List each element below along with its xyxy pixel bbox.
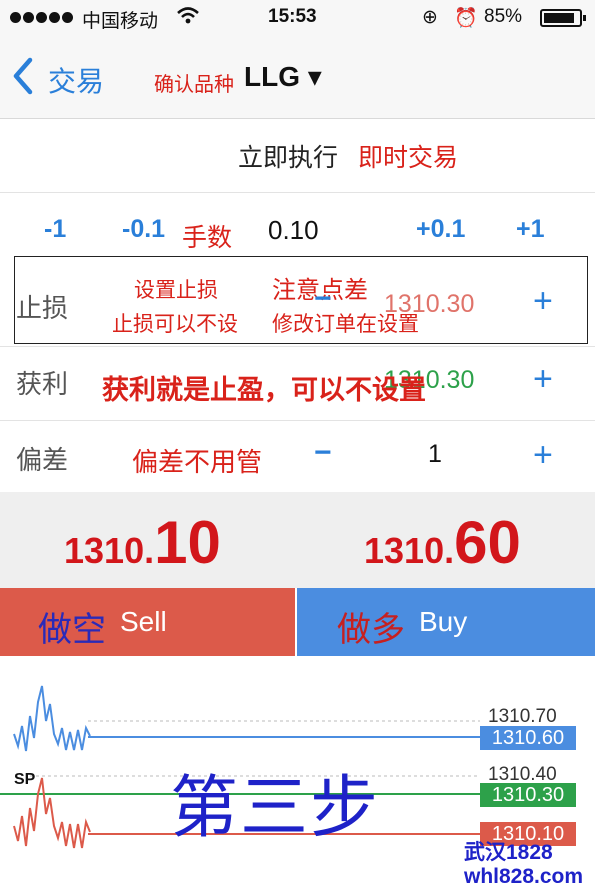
buy-button[interactable]: 做多 Buy [297, 588, 595, 656]
alarm-icon: ⏰ [454, 8, 478, 29]
stop-loss-label: 止损 [16, 293, 69, 323]
stop-loss-note-2: 止损可以不设 [112, 313, 238, 336]
watermark-line-2: whl828.com [464, 865, 584, 888]
wifi-icon [176, 6, 200, 31]
take-profit-plus-button[interactable]: + [533, 360, 553, 399]
take-profit-tag: 1310.30 [480, 783, 576, 807]
execution-type[interactable]: 立即执行 [238, 138, 338, 174]
symbol-annotation: 确认品种 [154, 74, 234, 96]
lot-size-value[interactable]: 0.10 [268, 215, 319, 246]
deviation-annotation: 偏差不用管 [132, 447, 263, 477]
sell-label: Sell [120, 606, 167, 637]
carrier-label: 中国移动 [82, 11, 159, 32]
ask-price: 1310.60 [364, 509, 521, 576]
ask-price-series [13, 685, 91, 752]
lot-minus-0-1-button[interactable]: -0.1 [122, 215, 165, 244]
rotation-lock-icon: ⊕ [422, 7, 438, 28]
battery-icon [540, 9, 586, 27]
buy-label: Buy [419, 606, 468, 637]
divider [0, 420, 595, 421]
lot-annotation: 手数 [182, 224, 233, 252]
clock-time: 15:53 [268, 6, 317, 27]
sell-cn-label: 做空 [38, 611, 106, 649]
stop-loss-minus-button[interactable]: − [314, 282, 332, 316]
deviation-minus-button[interactable]: − [314, 436, 332, 470]
bid-price: 1310.10 [64, 509, 221, 576]
execution-annotation: 即时交易 [358, 144, 459, 172]
level-top-label: 1310.70 [488, 706, 557, 727]
stop-loss-input[interactable]: 1310.30 [384, 290, 474, 319]
back-button[interactable]: 交易 [48, 60, 104, 100]
lot-minus-1-button[interactable]: -1 [44, 215, 66, 244]
sp-label: SP [14, 771, 36, 788]
step-title-annotation: 第三步 [170, 769, 381, 848]
watermark: 武汉1828 whl828.com [464, 841, 583, 889]
lot-plus-1-button[interactable]: +1 [516, 215, 545, 244]
sell-button[interactable]: 做空 Sell [0, 588, 295, 656]
symbol-selector[interactable]: LLG ▾ [244, 60, 322, 93]
divider [0, 192, 595, 193]
divider [0, 346, 595, 347]
stop-loss-plus-button[interactable]: + [533, 282, 553, 321]
deviation-label: 偏差 [16, 445, 69, 475]
buy-cn-label: 做多 [337, 611, 405, 649]
stop-loss-note-1: 设置止损 [134, 279, 218, 302]
signal-icon [10, 10, 80, 24]
back-chevron-icon[interactable] [10, 56, 36, 105]
lot-plus-0-1-button[interactable]: +0.1 [416, 215, 465, 244]
take-profit-label: 获利 [16, 369, 69, 399]
ask-price-tag: 1310.60 [480, 726, 576, 750]
deviation-plus-button[interactable]: + [533, 436, 553, 475]
battery-percent: 85% [484, 6, 523, 27]
take-profit-annotation: 获利就是止盈，可以不设置 [102, 375, 426, 405]
deviation-input[interactable]: 1 [428, 440, 442, 469]
watermark-line-1: 武汉1828 [464, 841, 553, 864]
